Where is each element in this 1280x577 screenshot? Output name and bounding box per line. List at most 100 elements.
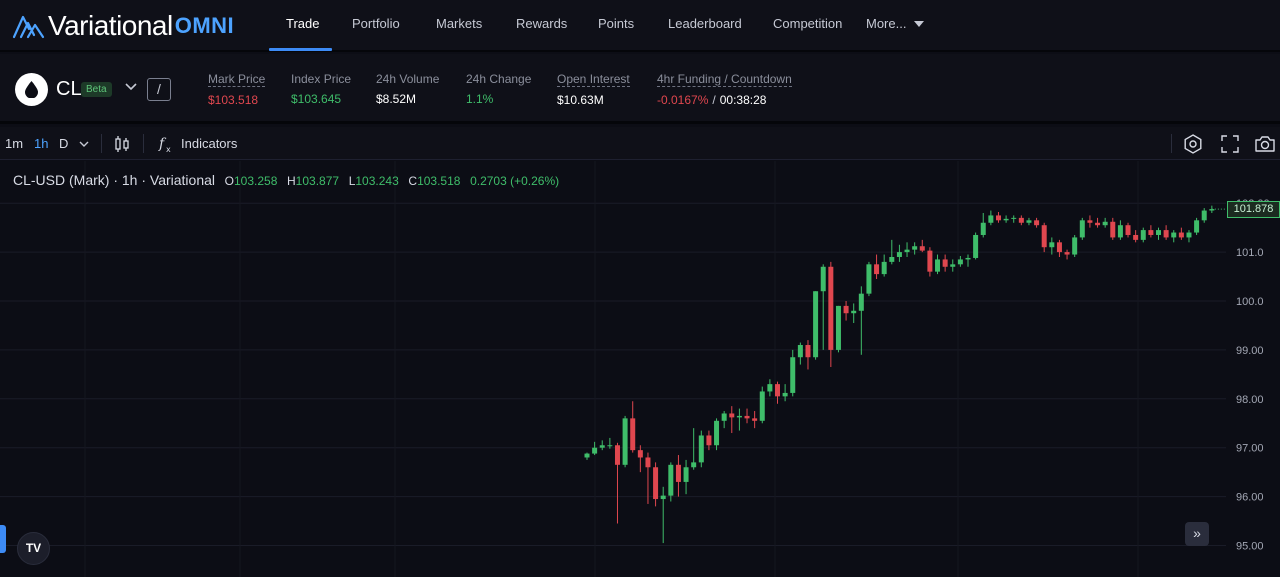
interval-1h[interactable]: 1h xyxy=(34,127,48,160)
y-tick-label: 99.00 xyxy=(1236,345,1264,357)
candle-body xyxy=(1178,232,1184,238)
stat-24h-change: 24h Change 1.1% xyxy=(466,72,531,106)
stat-24h-volume: 24h Volume $8.52M xyxy=(376,72,439,106)
indicators-button[interactable]: Indicators xyxy=(181,127,237,160)
candle-body xyxy=(950,264,956,267)
funding-label[interactable]: 4hr Funding / Countdown xyxy=(657,72,792,87)
candle-body xyxy=(645,457,651,468)
last-price-label: 101.878 xyxy=(1227,201,1280,218)
y-tick-label: 97.00 xyxy=(1236,443,1264,455)
market-pair-button[interactable]: / xyxy=(147,78,171,101)
market-symbol[interactable]: CL xyxy=(56,78,82,101)
toolbar-divider xyxy=(1171,134,1172,153)
candle-body xyxy=(980,222,986,235)
candlestick-type-icon[interactable] xyxy=(111,133,133,155)
nav-points[interactable]: Points xyxy=(598,0,634,50)
y-tick-label: 95.00 xyxy=(1236,541,1264,553)
chevron-down-icon[interactable] xyxy=(78,138,90,150)
candle-body xyxy=(851,310,857,314)
candle-body xyxy=(1194,220,1200,233)
chart-legend: CL-USD (Mark) · 1h · Variational O103.25… xyxy=(13,172,565,188)
candle-body xyxy=(1041,225,1047,248)
candle-body xyxy=(767,384,773,392)
camera-icon[interactable] xyxy=(1254,133,1276,155)
volume-label: 24h Volume xyxy=(376,72,440,86)
candle-body xyxy=(759,391,765,421)
nav-trade[interactable]: Trade xyxy=(286,0,319,50)
fullscreen-icon[interactable] xyxy=(1219,133,1241,155)
price-chart-area[interactable]: 102.00101.0100.099.0098.0097.0096.0095.0… xyxy=(0,161,1280,577)
y-tick-label: 100.0 xyxy=(1236,296,1264,308)
open-interest-label[interactable]: Open Interest xyxy=(557,72,630,87)
candle-body xyxy=(660,495,666,500)
candle-body xyxy=(622,418,628,465)
index-price-value: $103.645 xyxy=(291,92,342,106)
candle-body xyxy=(653,467,659,500)
nav-more[interactable]: More... xyxy=(866,0,906,50)
candle-body xyxy=(607,445,613,447)
brand-name: Variational xyxy=(48,10,173,41)
candle-body xyxy=(584,453,590,458)
nav-markets[interactable]: Markets xyxy=(436,0,482,50)
function-icon[interactable]: f x xyxy=(155,133,177,155)
candle-body xyxy=(866,264,872,294)
legend-low: 103.243 xyxy=(355,174,399,188)
candle-body xyxy=(1026,220,1032,223)
nav-active-indicator xyxy=(269,48,332,51)
settings-gear-icon[interactable] xyxy=(1182,133,1204,155)
legend-open: 103.258 xyxy=(233,174,278,188)
brand-logo[interactable]: Variational OMNI xyxy=(12,10,234,42)
nav-competition[interactable]: Competition xyxy=(773,0,842,50)
candle-body xyxy=(1095,222,1101,226)
candle-body xyxy=(736,415,742,418)
candle-body xyxy=(828,266,834,350)
candle-body xyxy=(752,418,758,421)
candle-body xyxy=(942,259,948,267)
candle-body xyxy=(1003,218,1009,221)
candle-body xyxy=(1087,220,1093,223)
candle-body xyxy=(912,246,918,250)
candle-body xyxy=(957,259,963,265)
candle-body xyxy=(630,418,636,451)
candlestick-chart[interactable]: 102.00101.0100.099.0098.0097.0096.0095.0… xyxy=(0,161,1280,577)
candle-body xyxy=(1156,230,1161,235)
candle-body xyxy=(843,305,849,314)
market-info-bar: CL Beta / Mark Price $103.518 Index Pric… xyxy=(0,54,1280,124)
legend-open-key: O xyxy=(224,174,234,188)
caret-down-icon[interactable] xyxy=(914,21,924,27)
tradingview-logo[interactable]: TV xyxy=(17,532,50,565)
funding-rate: -0.0167% xyxy=(657,93,709,107)
candle-body xyxy=(988,215,994,223)
stat-open-interest: Open Interest $10.63M xyxy=(557,72,630,107)
stat-index-price: Index Price $103.645 xyxy=(291,72,351,106)
interval-1m[interactable]: 1m xyxy=(5,127,23,160)
candle-body xyxy=(744,415,750,419)
candle-body xyxy=(995,215,1001,221)
funding-separator: / xyxy=(712,93,716,107)
y-tick-label: 101.0 xyxy=(1236,247,1264,259)
candle-body xyxy=(1125,225,1131,235)
candle-body xyxy=(1056,242,1062,253)
nav-rewards[interactable]: Rewards xyxy=(516,0,567,50)
legend-title: CL-USD (Mark) · 1h · Variational xyxy=(13,172,216,188)
candle-body xyxy=(1140,230,1146,240)
candle-body xyxy=(858,293,864,311)
variational-logo-icon xyxy=(12,15,45,39)
svg-text:x: x xyxy=(166,145,171,154)
nav-portfolio[interactable]: Portfolio xyxy=(352,0,400,50)
candle-body xyxy=(706,435,712,446)
side-panel-tab[interactable] xyxy=(0,525,6,553)
candle-body xyxy=(820,266,826,292)
brand-suffix: OMNI xyxy=(174,13,235,38)
scroll-to-realtime-button[interactable]: » xyxy=(1185,522,1209,546)
candle-body xyxy=(1064,252,1070,255)
candle-body xyxy=(1011,217,1017,219)
chevron-down-icon[interactable] xyxy=(124,82,138,92)
candle-body xyxy=(904,249,910,253)
interval-d[interactable]: D xyxy=(59,127,68,160)
mark-price-label[interactable]: Mark Price xyxy=(208,72,266,87)
nav-leaderboard[interactable]: Leaderboard xyxy=(668,0,742,50)
candle-body xyxy=(1117,225,1123,238)
candle-body xyxy=(881,261,887,275)
stat-mark-price: Mark Price $103.518 xyxy=(208,72,266,107)
